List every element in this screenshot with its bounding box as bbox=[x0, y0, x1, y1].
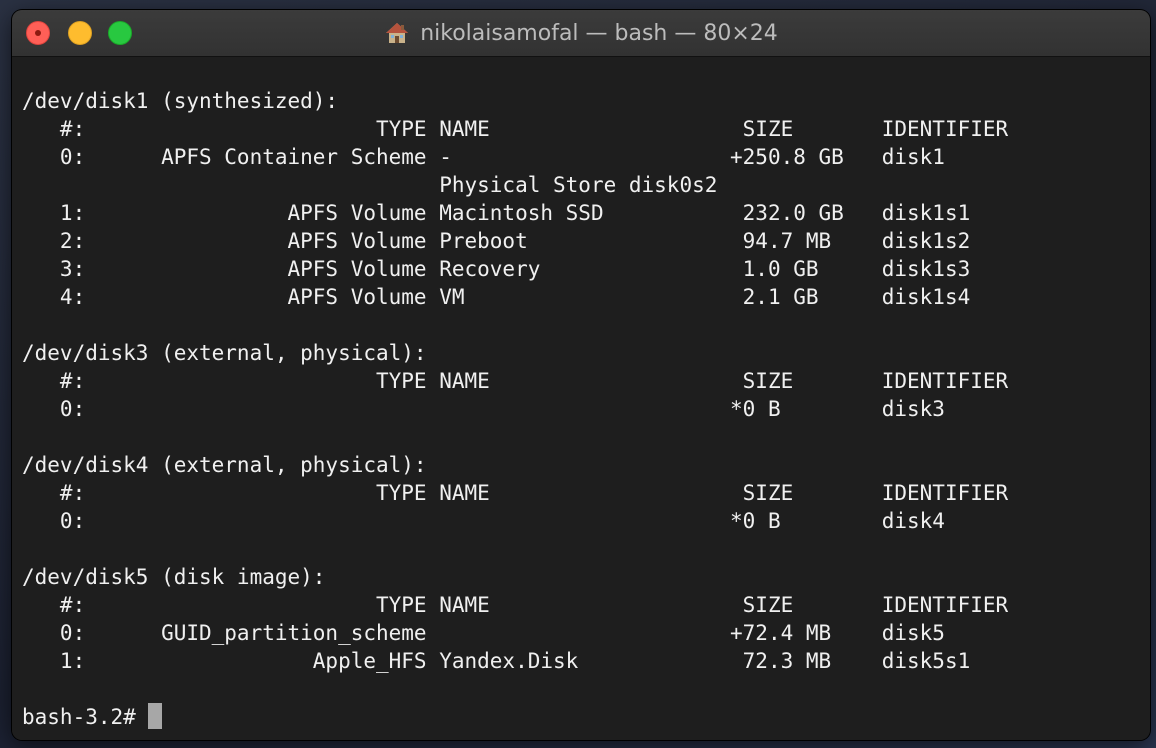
terminal-line: /dev/disk1 (synthesized): bbox=[22, 89, 339, 113]
terminal-line: #: TYPE NAME SIZE IDENTIFIER bbox=[22, 593, 1009, 617]
terminal-line: /dev/disk3 (external, physical): bbox=[22, 341, 427, 365]
terminal-line: #: TYPE NAME SIZE IDENTIFIER bbox=[22, 117, 1009, 141]
terminal-line: 4: APFS Volume VM 2.1 GB disk1s4 bbox=[22, 285, 971, 309]
text-cursor bbox=[148, 703, 163, 729]
terminal-line: 1: Apple_HFS Yandex.Disk 72.3 MB disk5s1 bbox=[22, 649, 971, 673]
terminal-line: 1: APFS Volume Macintosh SSD 232.0 GB di… bbox=[22, 201, 971, 225]
title-bar[interactable]: nikolaisamofal — bash — 80×24 bbox=[12, 10, 1150, 57]
terminal-line: #: TYPE NAME SIZE IDENTIFIER bbox=[22, 481, 1009, 505]
terminal-line: 3: APFS Volume Recovery 1.0 GB disk1s3 bbox=[22, 257, 971, 281]
home-icon bbox=[384, 20, 410, 46]
terminal-line: #: TYPE NAME SIZE IDENTIFIER bbox=[22, 369, 1009, 393]
terminal-line: 0: *0 B disk4 bbox=[22, 509, 945, 533]
terminal-line: 0: GUID_partition_scheme +72.4 MB disk5 bbox=[22, 621, 945, 645]
shell-prompt: bash-3.2# bbox=[22, 705, 149, 729]
prompt-line[interactable]: bash-3.2# bbox=[22, 703, 163, 731]
terminal-line: 2: APFS Volume Preboot 94.7 MB disk1s2 bbox=[22, 229, 971, 253]
terminal-line: 0: *0 B disk3 bbox=[22, 397, 945, 421]
terminal-line: 0: APFS Container Scheme - +250.8 GB dis… bbox=[22, 145, 945, 169]
terminal-line: /dev/disk4 (external, physical): bbox=[22, 453, 427, 477]
window-title: nikolaisamofal — bash — 80×24 bbox=[420, 20, 778, 46]
terminal-output[interactable]: /dev/disk1 (synthesized): #: TYPE NAME S… bbox=[12, 57, 1150, 740]
window-title-area: nikolaisamofal — bash — 80×24 bbox=[12, 10, 1150, 56]
terminal-line: Physical Store disk0s2 bbox=[22, 173, 718, 197]
terminal-line: /dev/disk5 (disk image): bbox=[22, 565, 326, 589]
terminal-window[interactable]: nikolaisamofal — bash — 80×24 /dev/disk1… bbox=[12, 10, 1150, 740]
